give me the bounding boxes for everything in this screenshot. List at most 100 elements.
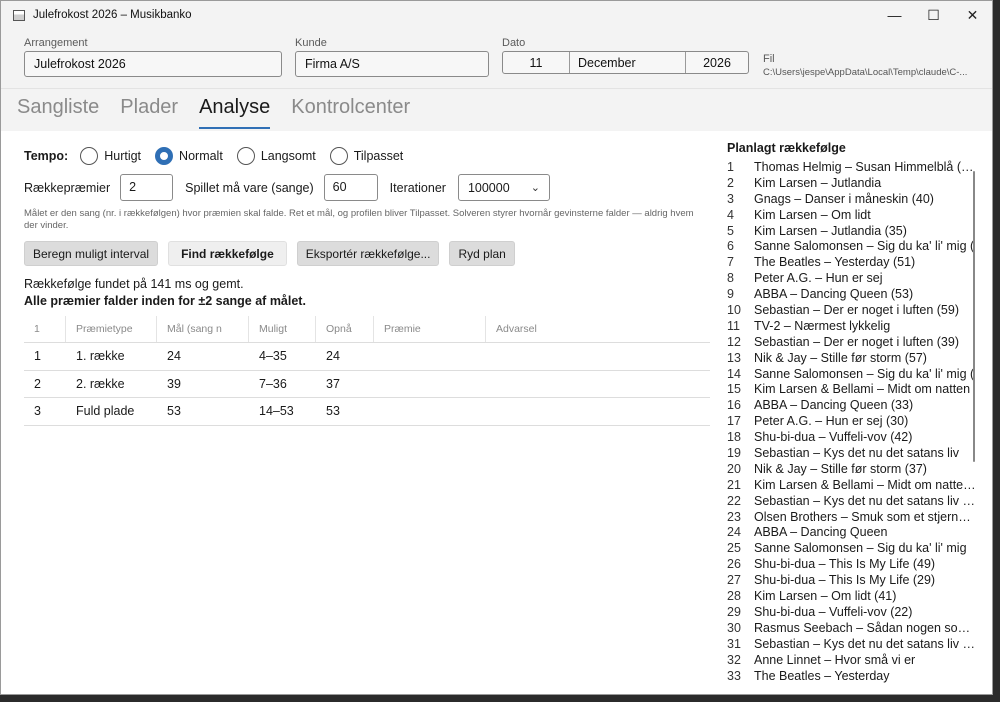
plan-list[interactable]: 1 Thomas Helmig – Susan Himmelblå (26) 2 Ki… xyxy=(727,160,977,684)
column-header[interactable]: 1 xyxy=(24,316,66,342)
radio-circle-icon[interactable] xyxy=(80,147,99,165)
prize-table: 1 Præmietype Mål (sang n Muligt Opnå Præ… xyxy=(24,316,710,426)
list-item[interactable]: 14 Sanne Salomonsen – Sig du ka' li' mig … xyxy=(727,367,977,383)
list-item[interactable]: 27 Shu-bi-dua – This Is My Life (29) xyxy=(727,573,977,589)
list-item[interactable]: 18 Shu-bi-dua – Vuffeli-vov (42) xyxy=(727,430,977,446)
list-item[interactable]: 19 Sebastian – Kys det nu det satans liv xyxy=(727,446,977,462)
chevron-down-icon[interactable]: ⌄ xyxy=(531,181,540,194)
vare-input[interactable]: 60 xyxy=(323,174,378,201)
list-item-number: 5 xyxy=(727,223,734,238)
list-item[interactable]: 5 Kim Larsen – Jutlandia (35) xyxy=(727,224,977,240)
list-item-label: Sebastian – Der er noget i luften (39) xyxy=(754,334,959,349)
maximize-button[interactable]: ☐ xyxy=(914,1,953,29)
table-header: 1 Præmietype Mål (sang n Muligt Opnå Præ… xyxy=(24,316,710,343)
arrangement-label: Arrangement xyxy=(24,37,88,49)
list-item[interactable]: 21 Kim Larsen & Bellami – Midt om natten.… xyxy=(727,478,977,494)
list-item-label: Kim Larsen – Jutlandia (35) xyxy=(754,223,907,238)
beregn-button[interactable]: Beregn muligt interval xyxy=(24,241,159,266)
list-item[interactable]: 24 ABBA – Dancing Queen xyxy=(727,525,977,541)
list-item-number: 30 xyxy=(727,620,741,635)
list-item-label: Kim Larsen – Jutlandia xyxy=(754,175,882,190)
tab-kontrolcenter[interactable]: Kontrolcenter xyxy=(291,96,410,129)
table-cell[interactable]: 39 xyxy=(157,371,249,398)
minimize-button[interactable]: — xyxy=(875,1,914,29)
radio-tilpasset[interactable]: Tilpasset xyxy=(329,147,403,165)
radio-normalt[interactable]: Normalt xyxy=(155,147,223,165)
status-summary: Alle præmier falder inden for ±2 sange a… xyxy=(24,294,306,308)
table-cell: 37 xyxy=(326,376,340,391)
list-item[interactable]: 6 Sanne Salomonsen – Sig du ka' li' mig ( xyxy=(727,239,977,255)
column-header[interactable]: Mål (sang n xyxy=(157,316,249,342)
list-item[interactable]: 33 The Beatles – Yesterday xyxy=(727,669,977,685)
tempo-label: Tempo: xyxy=(24,149,69,163)
list-item[interactable]: 2 Kim Larsen – Jutlandia xyxy=(727,176,977,192)
radio-circle-icon[interactable] xyxy=(236,147,255,165)
column-header[interactable]: Advarsel xyxy=(486,316,710,342)
list-item[interactable]: 29 Shu-bi-dua – Vuffeli-vov (22) xyxy=(727,605,977,621)
list-item[interactable]: 25 Sanne Salomonsen – Sig du ka' li' mig xyxy=(727,541,977,557)
tab-plader[interactable]: Plader xyxy=(120,96,178,129)
radio-hurtigt[interactable]: Hurtigt xyxy=(80,147,141,165)
date-month[interactable]: December xyxy=(569,52,685,73)
list-item[interactable]: 32 Anne Linnet – Hvor små vi er xyxy=(727,653,977,669)
window-title: Julefrokost 2026 – Musikbanko xyxy=(33,9,192,21)
list-item[interactable]: 8 Peter A.G. – Hun er sej xyxy=(727,271,977,287)
find-button[interactable]: Find rækkefølge xyxy=(168,241,287,266)
close-button[interactable]: ✕ xyxy=(953,1,992,29)
table-cell xyxy=(374,343,486,370)
plan-scrollbar[interactable] xyxy=(973,171,975,462)
tab-sangliste[interactable]: Sangliste xyxy=(17,96,99,129)
list-item[interactable]: 13 Nik & Jay – Stille før storm (57) xyxy=(727,351,977,367)
table-cell[interactable]: 53 xyxy=(157,398,249,425)
column-header[interactable]: Præmie xyxy=(374,316,486,342)
list-item-label: Sebastian – Der er noget i luften (59) xyxy=(754,303,959,318)
list-item[interactable]: 12 Sebastian – Der er noget i luften (39) xyxy=(727,335,977,351)
table-cell: 1. række xyxy=(76,349,125,364)
list-item-number: 2 xyxy=(727,175,734,190)
eksporter-button[interactable]: Eksportér rækkefølge... xyxy=(296,241,440,266)
table-row[interactable]: 1 1. række 24 4–35 24 xyxy=(24,343,710,371)
list-item[interactable]: 20 Nik & Jay – Stille før storm (37) xyxy=(727,462,977,478)
column-header[interactable]: Muligt xyxy=(249,316,316,342)
list-item[interactable]: 9 ABBA – Dancing Queen (53) xyxy=(727,287,977,303)
list-item[interactable]: 30 Rasmus Seebach – Sådan nogen som ... xyxy=(727,621,977,637)
list-item[interactable]: 22 Sebastian – Kys det nu det satans liv … xyxy=(727,494,977,510)
list-item[interactable]: 26 Shu-bi-dua – This Is My Life (49) xyxy=(727,557,977,573)
list-item[interactable]: 15 Kim Larsen & Bellami – Midt om natten xyxy=(727,382,977,398)
list-item[interactable]: 1 Thomas Helmig – Susan Himmelblå (26) xyxy=(727,160,977,176)
column-header[interactable]: Præmietype xyxy=(66,316,157,342)
list-item[interactable]: 10 Sebastian – Der er noget i luften (59) xyxy=(727,303,977,319)
list-item[interactable]: 17 Peter A.G. – Hun er sej (30) xyxy=(727,414,977,430)
tab-analyse[interactable]: Analyse xyxy=(199,96,271,129)
list-item[interactable]: 3 Gnags – Danser i måneskin (40) xyxy=(727,192,977,208)
kunde-field[interactable]: Firma A/S xyxy=(295,51,489,77)
list-item-number: 25 xyxy=(727,541,741,556)
table-cell[interactable]: 24 xyxy=(157,343,249,370)
list-item[interactable]: 31 Sebastian – Kys det nu det satans liv … xyxy=(727,637,977,653)
list-item-number: 32 xyxy=(727,652,741,667)
radio-selected-icon[interactable] xyxy=(155,147,174,165)
radio-circle-icon[interactable] xyxy=(329,147,348,165)
table-row[interactable]: 2 2. række 39 7–36 37 xyxy=(24,371,710,398)
arrangement-field[interactable]: Julefrokost 2026 xyxy=(24,51,282,77)
column-header[interactable]: Opnå xyxy=(316,316,374,342)
radio-langsomt[interactable]: Langsomt xyxy=(236,147,316,165)
list-item[interactable]: 23 Olsen Brothers – Smuk som et stjernes.… xyxy=(727,510,977,526)
ryd-button[interactable]: Ryd plan xyxy=(449,241,515,266)
date-year[interactable]: 2026 xyxy=(685,52,748,73)
table-row[interactable]: 3 Fuld plade 53 14–53 53 xyxy=(24,398,710,426)
iterationer-select[interactable]: 100000 ⌄ xyxy=(457,174,550,201)
list-item-label: Thomas Helmig – Susan Himmelblå (26) xyxy=(754,160,976,174)
list-item-number: 4 xyxy=(727,207,734,222)
list-item[interactable]: 4 Kim Larsen – Om lidt xyxy=(727,208,977,224)
list-item[interactable]: 16 ABBA – Dancing Queen (33) xyxy=(727,398,977,414)
list-item[interactable]: 11 TV-2 – Nærmest lykkelig xyxy=(727,319,977,335)
date-day[interactable]: 11 xyxy=(503,52,569,73)
action-buttons: Beregn muligt interval Find rækkefølge E… xyxy=(24,241,515,266)
list-item[interactable]: 7 The Beatles – Yesterday (51) xyxy=(727,255,977,271)
praemier-input[interactable]: 2 xyxy=(120,174,174,201)
list-item[interactable]: 28 Kim Larsen – Om lidt (41) xyxy=(727,589,977,605)
table-cell: 14–53 xyxy=(259,404,294,419)
date-picker[interactable]: 11 December 2026 xyxy=(502,51,749,74)
list-item-number: 23 xyxy=(727,509,741,524)
